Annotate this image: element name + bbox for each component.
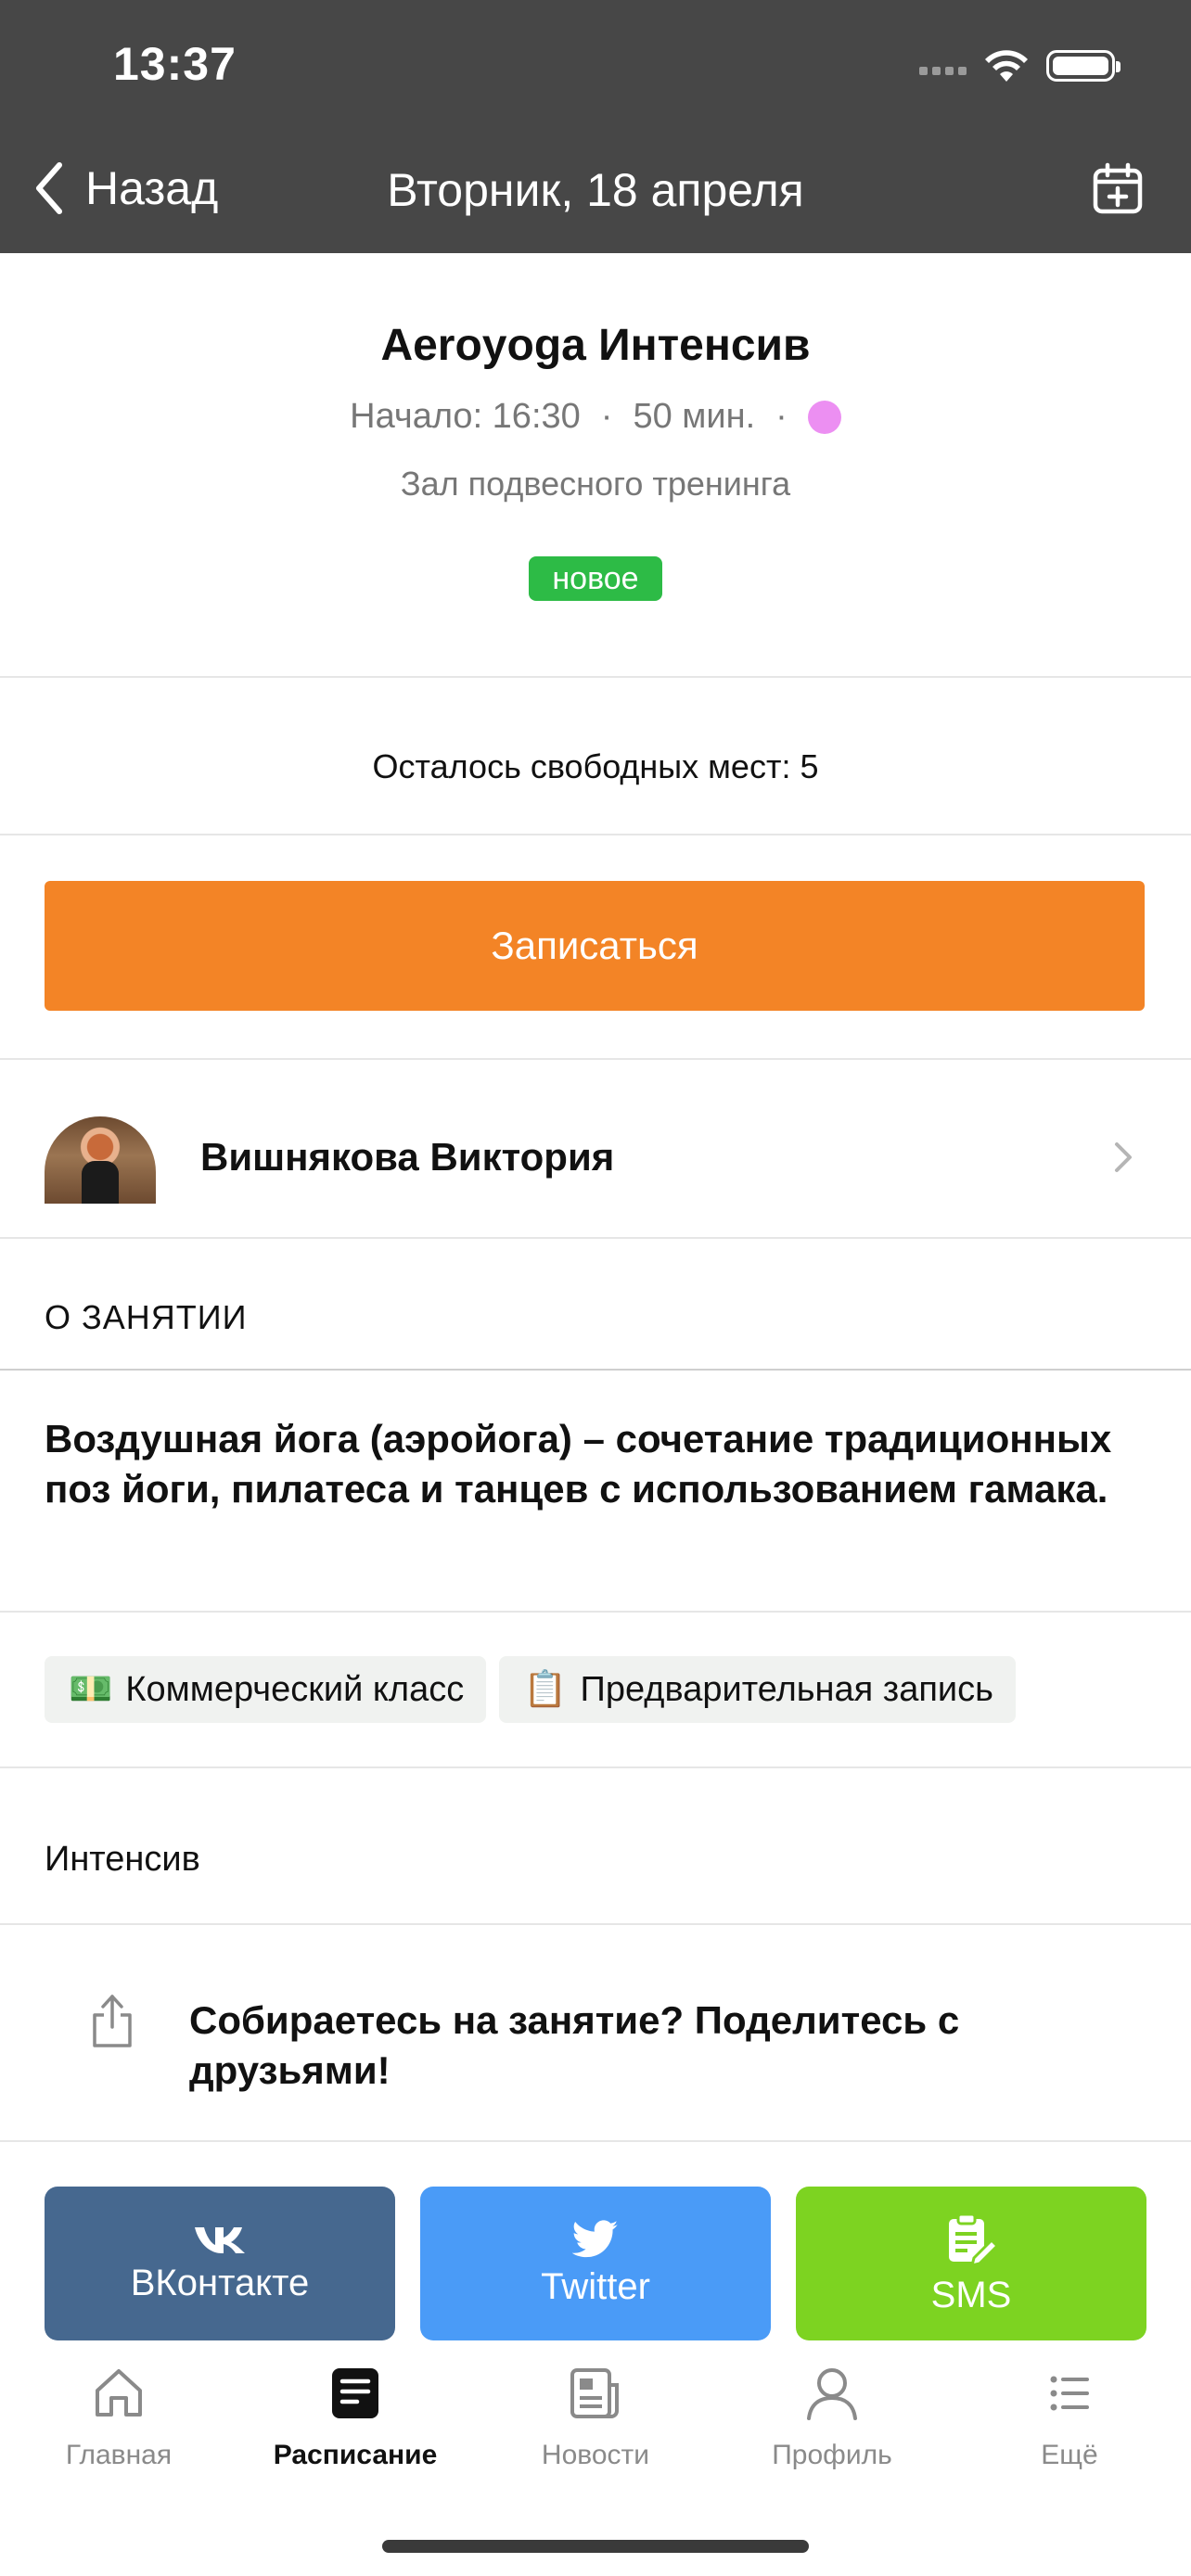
meta-separator: ·	[600, 397, 613, 436]
wifi-icon	[985, 50, 1028, 82]
free-places-count: Осталось свободных мест: 5	[372, 747, 819, 785]
tab-schedule[interactable]: Расписание	[253, 2365, 457, 2471]
calendar-add-icon	[1093, 162, 1143, 214]
more-icon	[1050, 2376, 1089, 2411]
share-prompt: Собираетесь на занятие? Поделитесь с дру…	[189, 1998, 960, 2092]
class-start-time: Начало: 16:30	[350, 397, 581, 436]
news-icon	[570, 2368, 619, 2418]
trainer-avatar	[45, 1116, 156, 1204]
tab-home[interactable]: Главная	[17, 2365, 221, 2471]
home-icon	[96, 2369, 142, 2417]
twitter-icon	[572, 2219, 619, 2257]
header: 13:37 Назад Вторник, 18 апреля	[0, 0, 1191, 253]
about-section-label: О ЗАНЯТИИ	[45, 1298, 248, 1336]
tags-list: 💵 Коммерческий класс 📋 Предварительная з…	[45, 1656, 1016, 1723]
tab-news[interactable]: Новости	[493, 2365, 698, 2471]
share-icon	[93, 1995, 132, 2047]
share-buttons: ВКонтакте Twitter SMS	[45, 2187, 1146, 2340]
share-twitter-button[interactable]: Twitter	[420, 2187, 771, 2340]
add-to-calendar-button[interactable]	[1091, 162, 1145, 221]
tab-label: Ещё	[1041, 2440, 1098, 2470]
class-tagline: Интенсив	[45, 1840, 200, 1879]
battery-icon	[1046, 50, 1121, 82]
tab-label: Новости	[541, 2440, 650, 2470]
divider	[0, 1611, 1191, 1613]
tab-profile[interactable]: Профиль	[730, 2365, 934, 2471]
class-meta: Начало: 16:30 · 50 мин. ·	[0, 397, 1191, 437]
vk-icon	[195, 2226, 245, 2253]
class-duration: 50 мин.	[633, 397, 756, 436]
divider	[0, 1058, 1191, 1060]
schedule-icon	[332, 2368, 378, 2418]
divider	[0, 834, 1191, 835]
share-vk-button[interactable]: ВКонтакте	[45, 2187, 395, 2340]
share-sms-label: SMS	[930, 2274, 1012, 2315]
divider	[0, 1369, 1191, 1371]
chevron-left-icon	[36, 162, 62, 214]
status-time: 13:37	[113, 38, 237, 90]
share-twitter-label: Twitter	[541, 2265, 650, 2307]
sms-icon	[949, 2213, 999, 2267]
divider	[0, 2140, 1191, 2142]
tag-preregistration[interactable]: 📋 Предварительная запись	[499, 1656, 1016, 1723]
trainer-row[interactable]: Вишнякова Виктория	[0, 1061, 1191, 1237]
clipboard-icon: 📋	[523, 1670, 568, 1709]
chevron-right-icon	[1115, 1142, 1132, 1172]
tab-more[interactable]: Ещё	[967, 2365, 1172, 2471]
share-sms-button[interactable]: SMS	[796, 2187, 1146, 2340]
meta-separator: ·	[775, 397, 788, 436]
cellular-signal-icon	[919, 57, 967, 75]
share-vk-label: ВКонтакте	[130, 2262, 310, 2303]
tag-label: Коммерческий класс	[125, 1669, 465, 1709]
home-indicator[interactable]	[382, 2540, 809, 2553]
tag-commercial[interactable]: 💵 Коммерческий класс	[45, 1656, 487, 1723]
tab-label: Расписание	[273, 2440, 438, 2470]
back-button[interactable]: Назад	[33, 161, 218, 215]
class-info: Aeroyoga Интенсив Начало: 16:30 · 50 мин…	[0, 253, 1191, 677]
trainer-name: Вишнякова Виктория	[200, 1135, 615, 1179]
class-description: Воздушная йога (аэройога) – сочетание тр…	[45, 1417, 1112, 1511]
money-icon: 💵	[69, 1670, 113, 1709]
divider	[0, 676, 1191, 678]
class-color-dot	[807, 400, 841, 434]
tag-label: Предварительная запись	[580, 1669, 993, 1709]
share-prompt-row: Собираетесь на занятие? Поделитесь с дру…	[0, 1925, 1191, 2140]
status-icons	[919, 48, 1121, 83]
new-badge: новое	[529, 556, 662, 601]
class-hall: Зал подвесного тренинга	[400, 465, 791, 503]
tab-label: Главная	[65, 2440, 173, 2470]
divider	[0, 1237, 1191, 1239]
class-title: Aeroyoga Интенсив	[380, 321, 811, 370]
signup-button[interactable]: Записаться	[45, 881, 1145, 1011]
back-label: Назад	[85, 162, 219, 214]
class-detail-screen: 13:37 Назад Вторник, 18 апреля Aeroyoga …	[0, 0, 1191, 2576]
profile-icon	[807, 2368, 857, 2420]
divider	[0, 1766, 1191, 1768]
tab-label: Профиль	[772, 2440, 892, 2470]
